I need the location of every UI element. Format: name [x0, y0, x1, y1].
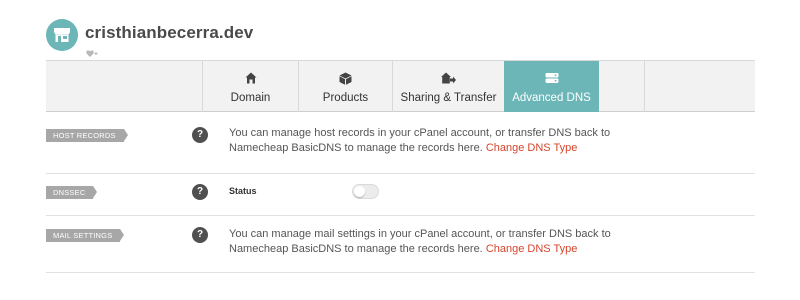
mail-settings-text-line2-wrap: Namecheap BasicDNS to manage the records… — [229, 242, 611, 257]
host-records-description: You can manage host records in your cPan… — [229, 126, 610, 155]
host-records-text-line2: Namecheap BasicDNS to manage the records… — [229, 141, 483, 154]
tab-domain[interactable]: Domain — [202, 61, 298, 112]
mail-settings-text-line2: Namecheap BasicDNS to manage the records… — [229, 242, 483, 255]
dnssec-section: DNSSEC ? Status — [46, 174, 755, 216]
host-records-text-line1: You can manage host records in your cPan… — [229, 127, 611, 139]
tab-products[interactable]: Products — [298, 61, 392, 112]
dnssec-toggle[interactable] — [352, 184, 379, 199]
tab-products-label: Products — [322, 92, 369, 104]
home-icon — [203, 72, 298, 86]
mail-settings-text-line1: You can manage mail settings in your cPa… — [229, 228, 611, 240]
share-arrow-icon — [393, 72, 504, 86]
host-records-tag: HOST RECORDS — [46, 129, 128, 142]
host-records-text-line2-wrap: Namecheap BasicDNS to manage the records… — [229, 141, 610, 156]
help-icon[interactable]: ? — [192, 227, 208, 243]
dnssec-status-label: Status — [229, 186, 257, 196]
tab-advanced-dns-label: Advanced DNS — [512, 92, 591, 104]
host-records-section: HOST RECORDS ? You can manage host recor… — [46, 112, 755, 174]
change-dns-type-link[interactable]: Change DNS Type — [486, 243, 578, 255]
tab-divider — [644, 61, 645, 112]
toggle-knob — [354, 186, 365, 197]
tab-domain-label: Domain — [230, 92, 271, 104]
dnssec-tag: DNSSEC — [46, 186, 98, 199]
help-icon[interactable]: ? — [192, 127, 208, 143]
mail-settings-tag: MAIL SETTINGS — [46, 229, 125, 242]
domain-name: cristhianbecerra.dev — [85, 23, 254, 42]
server-icon — [504, 72, 599, 86]
mail-settings-section: MAIL SETTINGS ? You can manage mail sett… — [46, 216, 755, 273]
storefront-icon — [46, 19, 78, 51]
domain-tabs: Domain Products Sharing & Transfer Advan… — [46, 60, 755, 112]
help-icon[interactable]: ? — [192, 184, 208, 200]
change-dns-type-link[interactable]: Change DNS Type — [486, 142, 578, 154]
mail-settings-description: You can manage mail settings in your cPa… — [229, 227, 611, 256]
box-icon — [299, 72, 392, 86]
tab-sharing-transfer[interactable]: Sharing & Transfer — [392, 61, 504, 112]
tab-sharing-transfer-label: Sharing & Transfer — [400, 92, 497, 104]
tab-advanced-dns[interactable]: Advanced DNS — [504, 61, 599, 112]
